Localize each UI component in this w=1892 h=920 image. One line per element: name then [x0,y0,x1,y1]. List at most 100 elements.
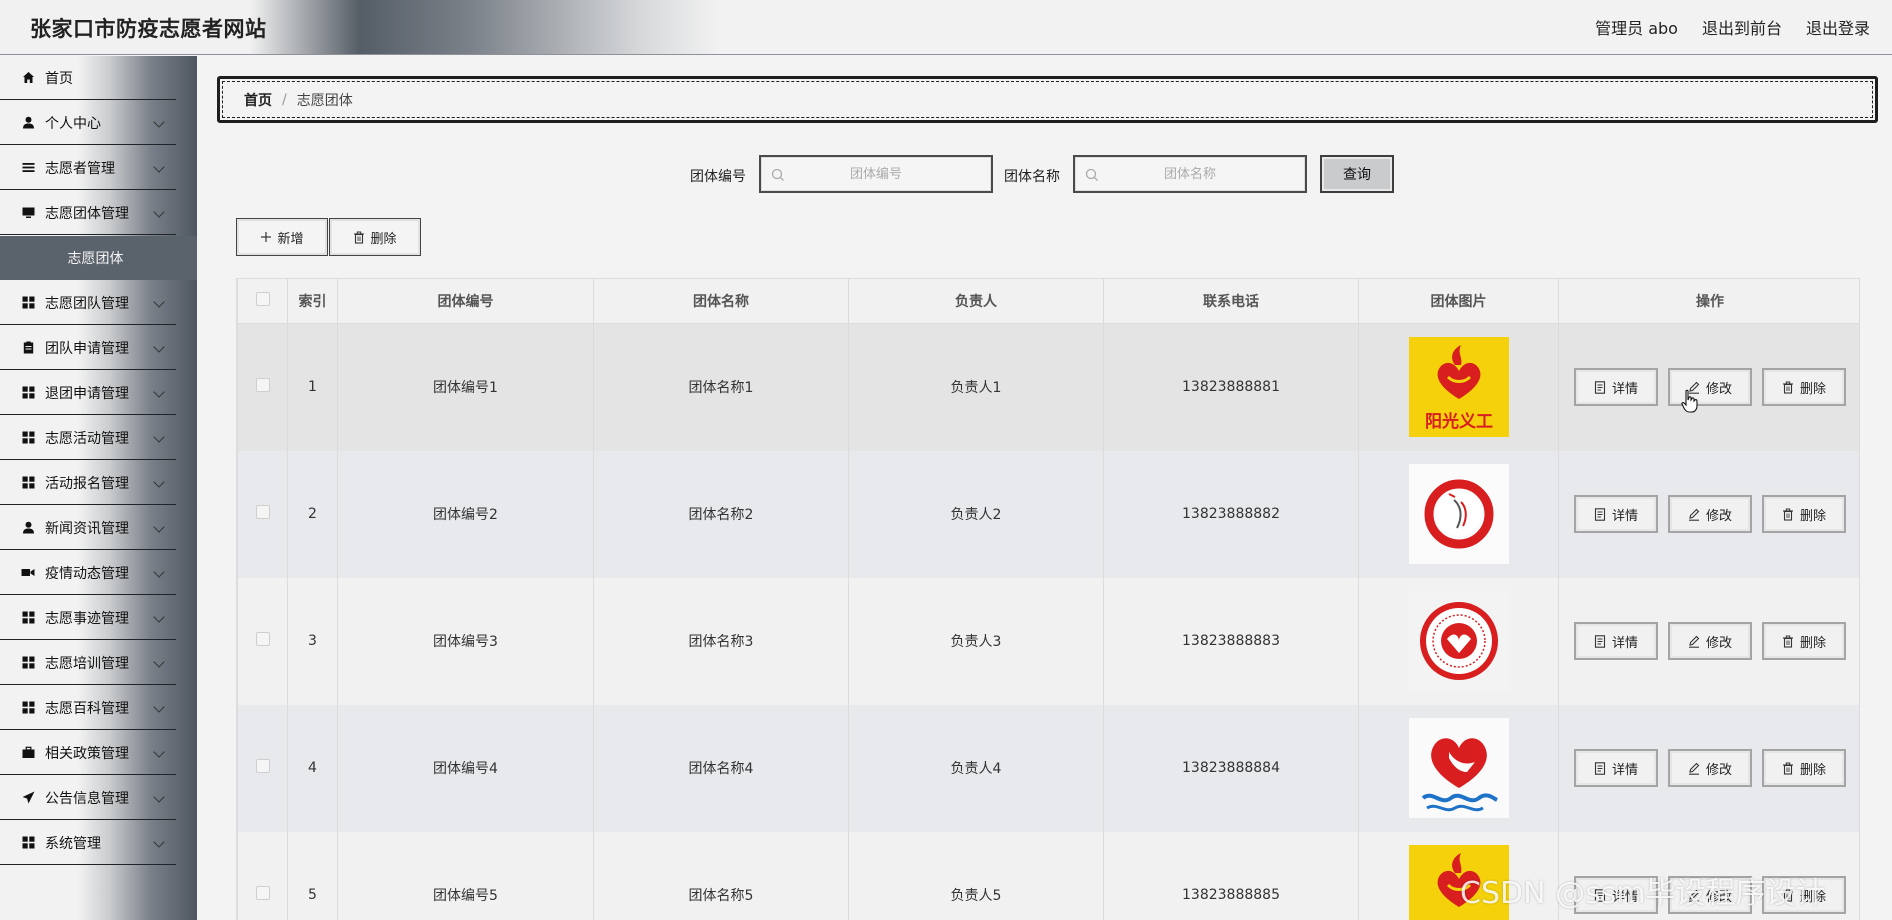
sidebar-item-13[interactable]: 志愿百科管理 [0,686,176,730]
sidebar-item-9[interactable]: 新闻资讯管理 [0,506,176,550]
grid-icon [21,476,35,490]
admin-user-label[interactable]: 管理员 abo [1595,15,1678,39]
app-header: 张家口市防疫志愿者网站 管理员 abo 退出到前台 退出登录 [0,0,1892,55]
sidebar-item-6[interactable]: 退团申请管理 [0,371,176,415]
batch-delete-button[interactable]: 删除 [329,218,421,256]
trash-icon [354,231,365,244]
edit-button[interactable]: 修改 [1668,749,1752,787]
edit-button-label: 修改 [1705,381,1732,397]
sidebar-item-14[interactable]: 相关政策管理 [0,731,176,775]
edit-button-label: 修改 [1705,508,1732,524]
chevron-down-icon [153,206,165,218]
edit-button[interactable]: 修改 [1668,495,1752,533]
exit-to-front-link[interactable]: 退出到前台 [1702,15,1782,39]
cell-actions: 详情 修改 删除 [1558,450,1859,578]
sidebar-item-label: 活动报名管理 [45,475,129,492]
sidebar-item-15[interactable]: 公告信息管理 [0,776,176,820]
delete-button-label: 删除 [1799,508,1826,524]
sidebar-item-label: 志愿培训管理 [45,655,129,672]
sidebar-item-label: 首页 [45,70,73,87]
sidebar-item-12[interactable]: 志愿培训管理 [0,641,176,685]
red-circle-volunteer-logo[interactable] [1408,464,1509,564]
sidebar-item-0[interactable]: 首页 [0,56,176,100]
sidebar-item-1[interactable]: 个人中心 [0,101,176,145]
delete-button[interactable]: 删除 [1762,495,1846,533]
edit-button[interactable]: 修改 [1668,622,1752,660]
sidebar-item-8[interactable]: 活动报名管理 [0,461,176,505]
sidebar-item-label: 个人中心 [45,115,101,132]
chevron-down-icon [153,566,165,578]
sidebar-subitem-active[interactable]: 志愿团体 [0,236,197,280]
site-title: 张家口市防疫志愿者网站 [30,17,267,41]
row-checkbox[interactable] [255,505,270,519]
trash-icon [1782,762,1793,775]
sunshine-volunteer-logo[interactable]: 阳光义工 [1408,337,1509,438]
column-header-actions: 操作 [1558,278,1859,324]
sidebar-item-3[interactable]: 志愿团体管理 [0,191,176,235]
row-checkbox[interactable] [255,759,270,773]
cell-actions: 详情 修改 删除 [1558,704,1859,832]
red-seal-hands-logo[interactable] [1408,591,1509,691]
select-all-checkbox[interactable] [255,292,270,306]
add-button[interactable]: 新增 [236,218,328,256]
sidebar-item-16[interactable]: 系统管理 [0,821,176,865]
logout-link[interactable]: 退出登录 [1806,15,1870,39]
cell-name: 团体名称3 [593,577,849,705]
delete-button-label: 删除 [1799,381,1826,397]
row-select-cell [237,577,288,705]
sidebar-item-label: 公告信息管理 [45,790,129,807]
column-header-phone: 联系电话 [1103,278,1359,324]
search-code-field[interactable] [759,155,993,193]
column-header-index: 索引 [287,278,338,324]
detail-button[interactable]: 详情 [1574,368,1658,407]
cell-leader: 负责人5 [848,831,1104,920]
grid-icon [21,431,35,445]
heart-hand-wave-logo[interactable] [1408,718,1509,818]
table-header-row: 索引 团体编号 团体名称 负责人 联系电话 团体图片 操作 [237,278,1859,324]
row-select-cell [237,831,288,920]
search-code-input[interactable] [761,157,991,191]
header-select-all[interactable] [237,278,288,324]
detail-button[interactable]: 详情 [1574,749,1658,787]
user-icon [21,116,35,130]
sidebar-item-label: 新闻资讯管理 [45,520,129,537]
chevron-down-icon [153,386,165,398]
sidebar-item-label: 志愿活动管理 [45,430,129,447]
search-icon [1085,168,1098,181]
detail-button[interactable]: 详情 [1574,495,1658,533]
sidebar-item-label: 团队申请管理 [45,340,129,357]
cell-code: 团体编号3 [337,577,594,705]
delete-button[interactable]: 删除 [1762,749,1846,787]
user-icon [21,521,35,535]
search-name-field[interactable] [1073,155,1307,193]
breadcrumb-home[interactable]: 首页 [244,90,272,110]
search-name-input[interactable] [1075,157,1305,191]
search-name-label: 团体名称 [1004,169,1060,185]
sidebar-item-7[interactable]: 志愿活动管理 [0,416,176,460]
document-icon [1594,381,1606,394]
clipboard-icon [21,341,35,355]
sidebar-item-label: 志愿百科管理 [45,700,129,717]
row-checkbox[interactable] [255,632,270,646]
row-checkbox[interactable] [255,378,270,393]
cell-phone: 13823888884 [1103,704,1359,832]
detail-button-label: 详情 [1611,381,1638,397]
logo-caption: 阳光义工 [1425,411,1493,432]
sidebar-item-label: 志愿团队管理 [45,295,129,312]
delete-button[interactable]: 删除 [1762,368,1846,407]
sidebar-item-5[interactable]: 团队申请管理 [0,326,176,370]
grid-icon [21,296,35,310]
cell-image: 阳光义工 [1358,323,1559,451]
sidebar-item-10[interactable]: 疫情动态管理 [0,551,176,595]
sidebar-subitem-label: 志愿团体 [67,251,124,267]
sidebar-item-4[interactable]: 志愿团队管理 [0,281,176,325]
row-checkbox[interactable] [255,886,270,900]
column-header-name: 团体名称 [593,278,849,324]
query-button[interactable]: 查询 [1320,155,1394,193]
edit-button-label: 修改 [1705,635,1732,651]
sidebar-item-label: 退团申请管理 [45,385,129,402]
chevron-down-icon [153,116,165,128]
sidebar-item-11[interactable]: 志愿事迹管理 [0,596,176,640]
delete-button[interactable]: 删除 [1762,622,1846,660]
detail-button[interactable]: 详情 [1574,622,1658,660]
